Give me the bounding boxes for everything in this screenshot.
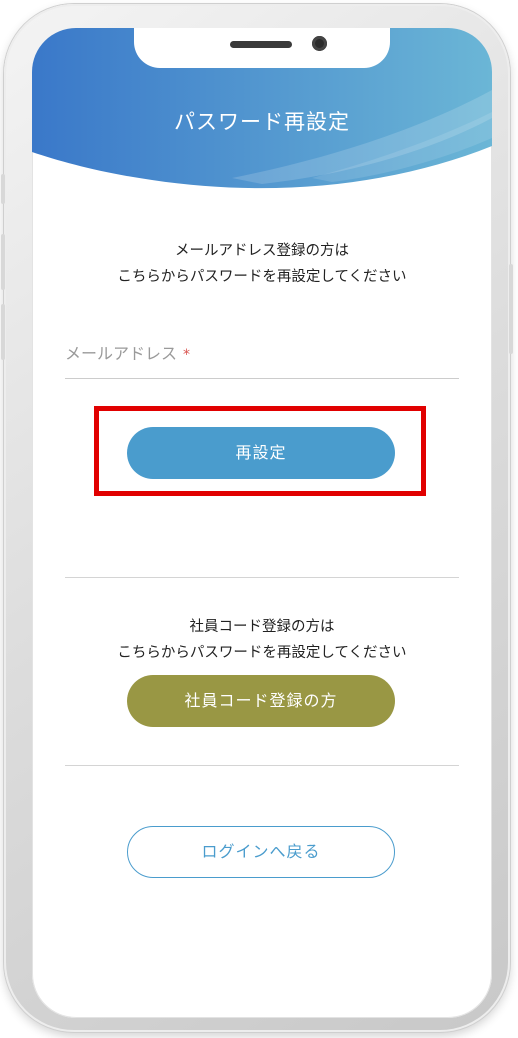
- email-field-label-text: メールアドレス: [65, 344, 178, 363]
- speaker-grille: [230, 41, 292, 48]
- phone-frame: パスワード再設定 メールアドレス登録の方は こちらからパスワードを再設定してくだ…: [1, 4, 513, 1032]
- phone-power-button: [509, 264, 513, 354]
- header-banner: パスワード再設定: [32, 28, 492, 208]
- back-to-login-button[interactable]: ログインへ戻る: [127, 826, 395, 878]
- section-divider-bottom: [65, 765, 459, 766]
- required-mark: *: [183, 347, 191, 363]
- reset-button[interactable]: 再設定: [127, 427, 395, 479]
- email-section-intro: メールアドレス登録の方は こちらからパスワードを再設定してください: [32, 238, 492, 290]
- email-intro-line1: メールアドレス登録の方は: [175, 243, 349, 259]
- employee-section-intro: 社員コード登録の方は こちらからパスワードを再設定してください: [32, 614, 492, 666]
- phone-screen: パスワード再設定 メールアドレス登録の方は こちらからパスワードを再設定してくだ…: [32, 28, 492, 1018]
- page-title: パスワード再設定: [174, 110, 350, 134]
- employee-intro-line1: 社員コード登録の方は: [189, 619, 335, 635]
- section-divider-top: [65, 577, 459, 578]
- email-intro-line2: こちらからパスワードを再設定してください: [117, 269, 407, 285]
- front-camera: [312, 36, 327, 51]
- employee-intro-line2: こちらからパスワードを再設定してください: [117, 645, 407, 661]
- email-field[interactable]: メールアドレス *: [65, 336, 459, 379]
- phone-side-button-top: [1, 174, 5, 204]
- phone-side-button-bottom: [1, 304, 5, 360]
- phone-side-button-middle: [1, 234, 5, 290]
- employee-code-button[interactable]: 社員コード登録の方: [127, 675, 395, 727]
- email-field-label: メールアドレス *: [65, 340, 190, 364]
- phone-notch: [134, 28, 390, 68]
